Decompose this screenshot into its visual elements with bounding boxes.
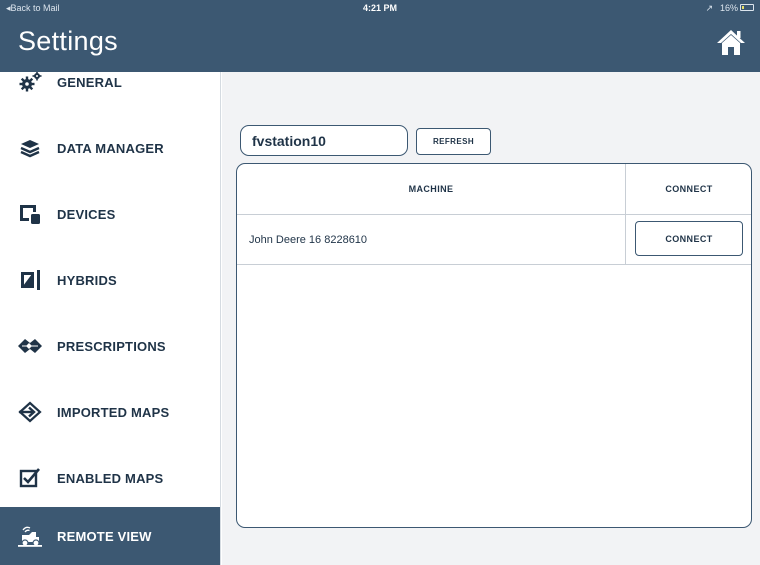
- sidebar-item-hybrids[interactable]: HYBRIDS: [0, 251, 220, 309]
- hybrids-icon: [17, 269, 43, 291]
- sidebar-item-devices[interactable]: DEVICES: [0, 185, 220, 243]
- import-arrow-icon: [17, 401, 43, 423]
- sidebar-item-label: HYBRIDS: [57, 272, 117, 288]
- home-button[interactable]: [716, 28, 746, 56]
- sidebar-item-label: GENERAL: [57, 74, 122, 90]
- app-header: ◂Back to Mail 4:21 PM ↗ 16% Settings: [0, 0, 760, 72]
- sidebar-item-label: DATA MANAGER: [57, 140, 164, 156]
- refresh-button[interactable]: REFRESH: [416, 128, 491, 155]
- settings-sidebar: GENERAL DATA MANAGER DEVICES HYBRIDS PRE…: [0, 72, 221, 565]
- sidebar-item-label: DEVICES: [57, 206, 116, 222]
- sidebar-item-remote-view[interactable]: REMOTE VIEW: [0, 507, 220, 565]
- column-header-connect: CONNECT: [665, 184, 713, 194]
- sidebar-item-data-manager[interactable]: DATA MANAGER: [0, 119, 220, 177]
- machine-name-cell: John Deere 16 8228610: [237, 215, 626, 264]
- gears-icon: [17, 72, 43, 93]
- remote-view-icon: [17, 525, 43, 547]
- connect-button[interactable]: CONNECT: [635, 221, 743, 256]
- sidebar-item-general[interactable]: GENERAL: [0, 72, 220, 111]
- station-search-input[interactable]: [240, 125, 408, 156]
- checkbox-icon: [17, 467, 43, 489]
- battery-icon: [740, 4, 754, 11]
- sidebar-item-label: PRESCRIPTIONS: [57, 338, 166, 354]
- machine-table: MACHINE CONNECT John Deere 16 8228610 CO…: [236, 163, 752, 528]
- sidebar-item-prescriptions[interactable]: PRESCRIPTIONS: [0, 317, 220, 375]
- prescriptions-icon: [17, 335, 43, 357]
- status-time: 4:21 PM: [362, 3, 397, 13]
- table-divider: [237, 264, 751, 265]
- table-row: John Deere 16 8228610 CONNECT: [237, 215, 751, 264]
- sidebar-item-label: ENABLED MAPS: [57, 470, 164, 486]
- sidebar-item-label: REMOTE VIEW: [57, 528, 152, 544]
- page-title: Settings: [18, 26, 118, 56]
- column-header-machine: MACHINE: [237, 164, 626, 214]
- sidebar-item-imported-maps[interactable]: IMPORTED MAPS: [0, 383, 220, 441]
- home-icon: [717, 30, 745, 55]
- status-battery-text: ↗ 16%: [705, 3, 738, 13]
- devices-icon: [17, 203, 43, 225]
- sidebar-item-label: IMPORTED MAPS: [57, 404, 170, 420]
- database-icon: [17, 137, 43, 159]
- sidebar-item-enabled-maps[interactable]: ENABLED MAPS: [0, 449, 220, 507]
